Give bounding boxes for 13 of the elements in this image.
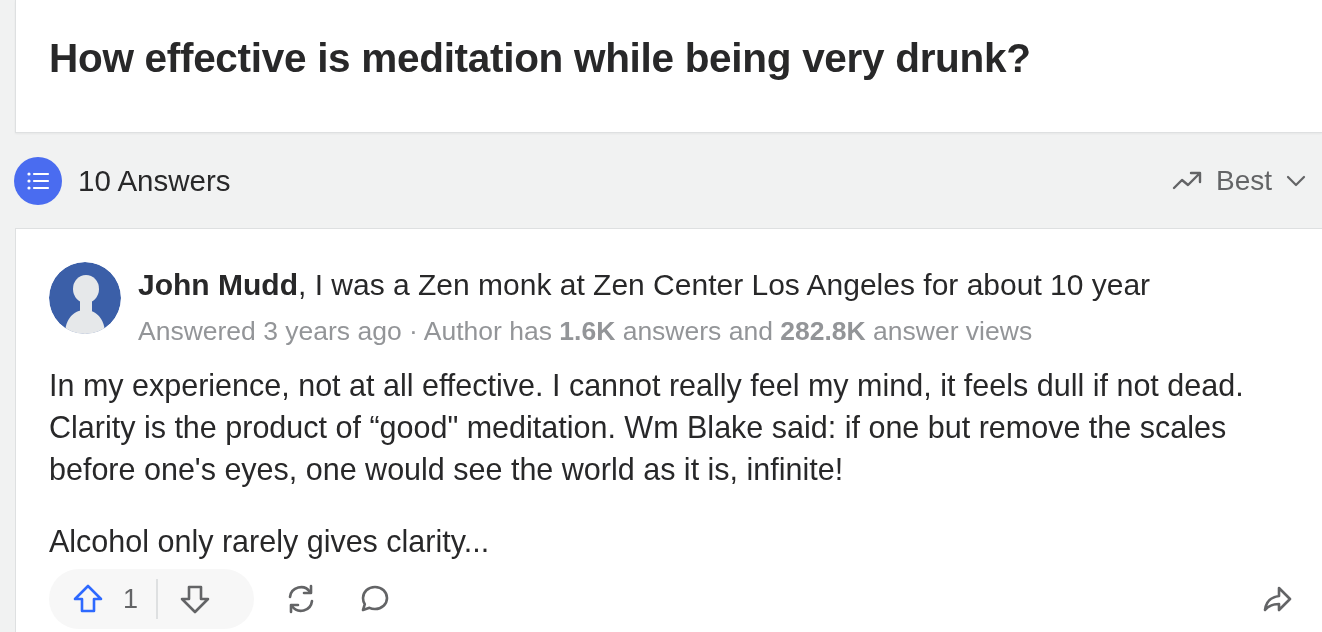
list-icon — [14, 156, 62, 205]
author-credential: , I was a Zen monk at Zen Center Los Angeles for about 10 year — [297, 268, 1151, 301]
sort-dropdown[interactable]: Best — [1171, 160, 1306, 201]
answer-meta: Answered 3 years ago · Author has 1.6K answers and 282.8K answer views — [138, 315, 1034, 348]
answer-paragraph: In my experience, not at all effective. I cannot really feel my mind, it feels dull if not dead. Clarity is the product of “good" meditation. Wm Blake said: if one but remove the scales before one's eyes, one would see the world as it is, infinite! — [49, 367, 1245, 489]
question-title: How effective is meditation while being very drunk? — [49, 34, 1031, 82]
chevron-down-icon — [1286, 174, 1306, 187]
answer-paragraph: Alcohol only rarely gives clarity... — [49, 523, 491, 561]
trending-icon — [1171, 170, 1204, 191]
upvote-button[interactable]: 1 — [71, 582, 139, 616]
answer-count: 10 Answers — [78, 163, 231, 198]
author-name-link[interactable]: John Mudd — [138, 268, 298, 301]
avatar-silhouette-icon[interactable] — [49, 262, 121, 334]
